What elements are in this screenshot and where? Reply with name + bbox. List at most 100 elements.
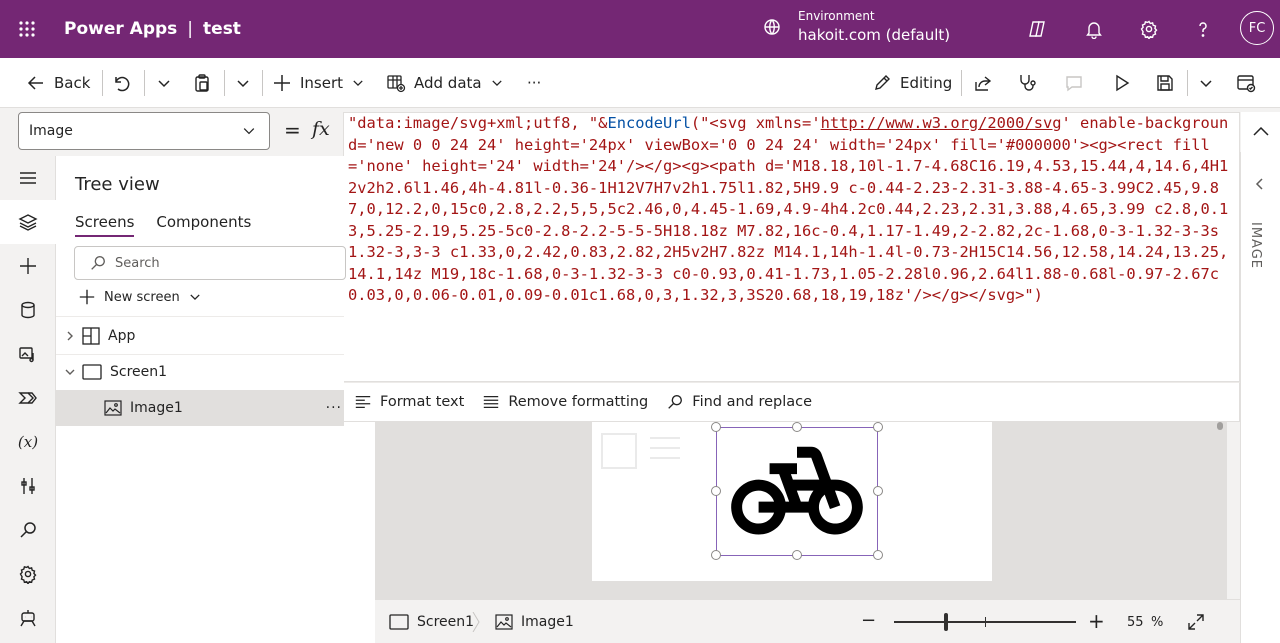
hamburger-menu-icon[interactable]: [0, 156, 56, 200]
tab-screens[interactable]: Screens: [75, 213, 135, 237]
advanced-tools-icon[interactable]: [0, 464, 56, 508]
left-nav-rail: (𝑥): [0, 156, 56, 643]
search-icon: [91, 256, 105, 270]
save-dropdown-button[interactable]: [1196, 58, 1216, 108]
find-replace-button[interactable]: Find and replace: [666, 393, 812, 411]
chevron-down-icon: [1200, 80, 1212, 88]
divider: [961, 70, 962, 96]
user-avatar[interactable]: FC: [1240, 11, 1274, 45]
code-url-link[interactable]: http://www.w3.org/2000/svg: [821, 114, 1062, 132]
formula-editor[interactable]: "data:image/svg+xml;utf8, "&EncodeUrl("<…: [343, 112, 1240, 382]
property-dropdown[interactable]: Image: [18, 112, 270, 150]
environment-picker[interactable]: Environment hakoit.com (default): [762, 8, 950, 46]
tree-item-screen1[interactable]: Screen1: [56, 354, 344, 390]
breadcrumb-screen1[interactable]: Screen1: [389, 600, 474, 643]
status-bar: Screen1 Image1 − + 55 %: [375, 599, 1240, 643]
tree-view-layers-icon[interactable]: [0, 200, 56, 244]
clipboard-icon: [195, 74, 209, 92]
insert-plus-icon[interactable]: [0, 244, 56, 288]
tab-components[interactable]: Components: [156, 213, 251, 237]
resize-handle[interactable]: [711, 486, 721, 496]
comments-button[interactable]: [1064, 58, 1084, 108]
publish-button[interactable]: [1236, 58, 1256, 108]
more-commands-button[interactable]: ···: [527, 58, 541, 108]
help-icon[interactable]: [1193, 19, 1213, 39]
add-data-label: Add data: [414, 74, 482, 92]
power-automate-icon[interactable]: [0, 376, 56, 420]
variables-icon[interactable]: (𝑥): [0, 420, 56, 464]
watermark-graphic: [601, 433, 680, 469]
format-text-label: Format text: [380, 394, 465, 410]
zoom-in-button[interactable]: +: [1088, 609, 1105, 633]
tree-item-label: Screen1: [110, 364, 168, 380]
arrow-left-icon: [27, 76, 43, 90]
media-icon[interactable]: [0, 332, 56, 376]
settings-gear-icon[interactable]: [1139, 19, 1159, 40]
back-button[interactable]: Back: [26, 58, 90, 108]
chevron-down-icon: [243, 128, 255, 135]
property-value: Image: [29, 123, 73, 139]
insert-button[interactable]: Insert: [272, 58, 365, 108]
zoom-out-button[interactable]: −: [861, 610, 876, 631]
settings-gear-icon[interactable]: [0, 552, 56, 596]
data-cylinder-icon[interactable]: [0, 288, 56, 332]
resize-handle[interactable]: [873, 422, 883, 432]
chevron-left-icon[interactable]: [1252, 176, 1268, 192]
tree-item-image1[interactable]: Image1 ···: [56, 390, 344, 426]
chevron-down-icon: [190, 294, 200, 300]
preview-play-button[interactable]: [1111, 58, 1131, 108]
scrollbar-thumb[interactable]: [1217, 422, 1223, 430]
share-button[interactable]: [973, 58, 993, 108]
resize-handle[interactable]: [711, 550, 721, 560]
chevron-up-icon: [1252, 126, 1269, 136]
resize-handle[interactable]: [792, 550, 802, 560]
paste-dropdown-button[interactable]: [233, 58, 253, 108]
fx-icon[interactable]: fx: [312, 118, 330, 140]
remove-formatting-button[interactable]: Remove formatting: [482, 393, 648, 411]
resize-handle[interactable]: [792, 422, 802, 432]
collapse-formula-button[interactable]: [1241, 112, 1280, 152]
tree-item-label: Image1: [130, 400, 183, 416]
app-checker-button[interactable]: [1017, 58, 1037, 108]
tree-item-more-button[interactable]: ···: [326, 400, 342, 416]
paste-button[interactable]: [192, 58, 212, 108]
find-replace-label: Find and replace: [692, 394, 813, 410]
remove-formatting-label: Remove formatting: [508, 394, 649, 410]
fit-to-window-icon[interactable]: [1187, 613, 1205, 631]
copilot-icon[interactable]: [1027, 19, 1047, 39]
table-add-icon: [387, 75, 406, 93]
chevron-down-icon: [491, 80, 502, 86]
search-icon[interactable]: [0, 508, 56, 552]
format-text-button[interactable]: Format text: [354, 393, 464, 411]
save-button[interactable]: [1155, 58, 1175, 108]
divider: [262, 70, 263, 96]
tree-item-app[interactable]: App: [56, 318, 344, 354]
formula-toolbar: Format text Remove formatting Find and r…: [343, 382, 1240, 422]
plus-icon: [79, 289, 95, 305]
code-mid: ("<svg xmlns=': [690, 114, 821, 132]
app-title[interactable]: test: [203, 19, 241, 39]
resize-handle[interactable]: [873, 550, 883, 560]
canvas-vertical-scrollbar[interactable]: [1228, 422, 1240, 599]
undo-button[interactable]: [112, 58, 132, 108]
add-data-button[interactable]: Add data: [386, 58, 504, 108]
editing-mode-button[interactable]: Editing: [872, 58, 952, 108]
resize-handle[interactable]: [711, 422, 721, 432]
virtual-agent-icon[interactable]: [0, 596, 56, 640]
tree-view-panel: Tree view Screens Components Search New …: [56, 156, 346, 643]
new-screen-button[interactable]: New screen: [78, 288, 210, 306]
zoom-slider-thumb[interactable]: [944, 613, 948, 631]
waffle-icon[interactable]: [0, 0, 54, 58]
app-name[interactable]: Power Apps: [64, 19, 177, 39]
breadcrumb-label: Screen1: [417, 614, 475, 630]
notification-bell-icon[interactable]: [1084, 19, 1104, 40]
tree-search-input[interactable]: Search: [74, 246, 346, 280]
search-icon: [668, 395, 683, 409]
breadcrumb-image1[interactable]: Image1: [495, 600, 574, 643]
resize-handle[interactable]: [873, 486, 883, 496]
properties-panel-label[interactable]: IMAGE: [1248, 222, 1263, 269]
bicycle-image[interactable]: [730, 444, 864, 540]
undo-dropdown-button[interactable]: [154, 58, 174, 108]
divider: [1187, 70, 1188, 96]
back-label: Back: [54, 74, 91, 92]
